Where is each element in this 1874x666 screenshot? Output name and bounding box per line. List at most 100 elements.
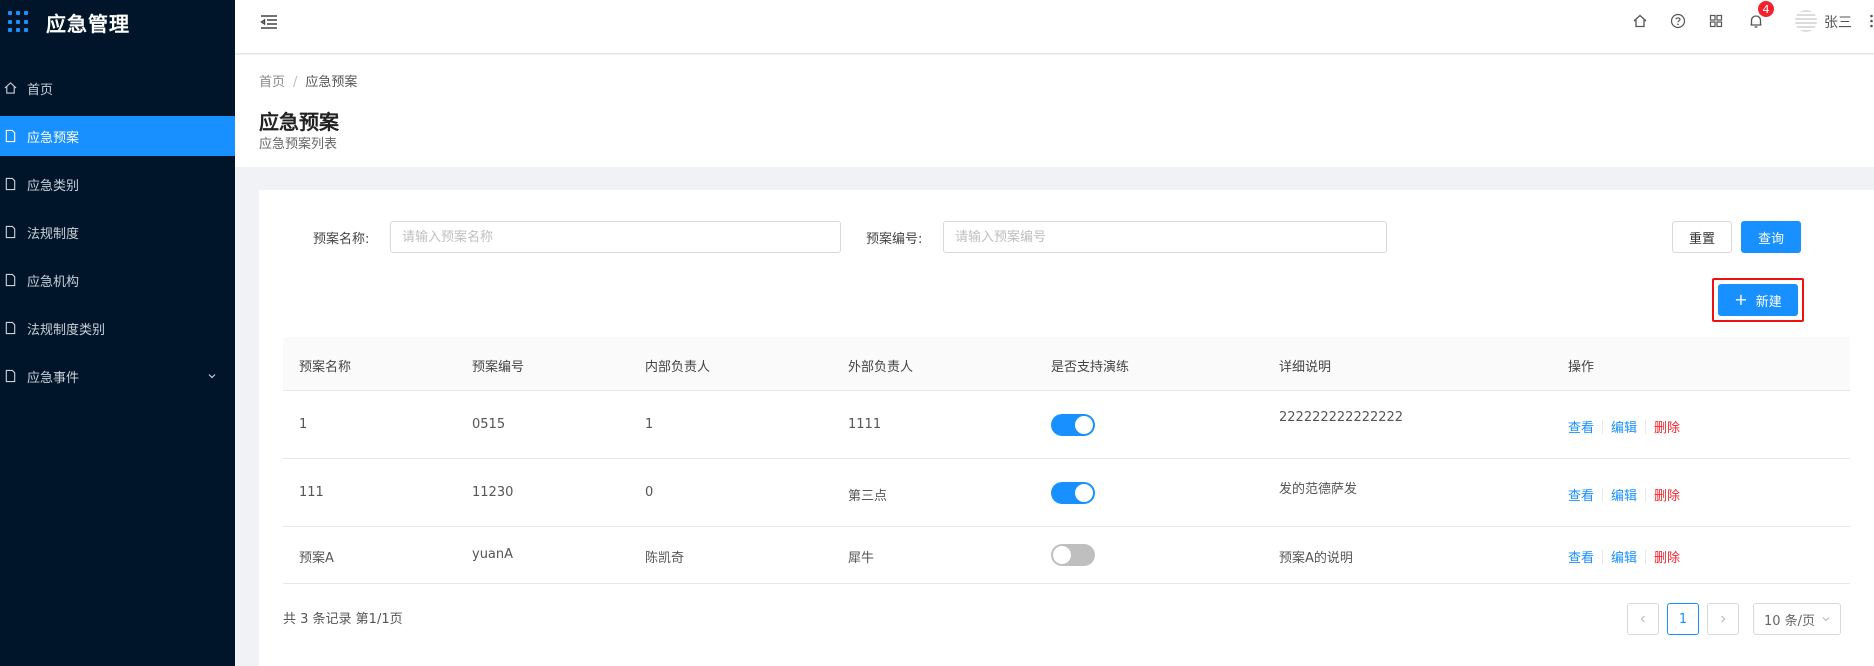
cell-internal-owner: 1 xyxy=(645,417,654,432)
column-header: 详细说明 xyxy=(1279,360,1332,375)
table-row: 1 0515 1 1111 222222222222222 查看 编辑 删除 xyxy=(283,391,1850,459)
sidebar-item-label: 法规制度类别 xyxy=(27,322,106,338)
column-header: 内部负责人 xyxy=(645,360,711,375)
cell-external-owner: 第三点 xyxy=(848,489,888,504)
breadcrumb: 首页 / 应急预案 xyxy=(259,71,357,90)
query-button[interactable]: 查询 xyxy=(1741,221,1801,253)
total-records: 共 3 条记录 第1/1页 xyxy=(283,612,403,627)
breadcrumb-home[interactable]: 首页 xyxy=(259,75,285,90)
plan-code-input[interactable] xyxy=(943,221,1387,253)
sidebar-item-label: 应急类别 xyxy=(27,178,80,194)
question-icon[interactable] xyxy=(1670,13,1686,29)
app-title: 应急管理 xyxy=(46,11,130,36)
table-header: 预案名称 预案编号 内部负责人 外部负责人 是否支持演练 详细说明 操作 xyxy=(283,337,1850,391)
new-button-label: 新建 xyxy=(1755,294,1782,310)
chevron-left-icon xyxy=(1640,615,1645,623)
row-actions: 查看 编辑 删除 xyxy=(1568,417,1680,436)
logo[interactable]: 应急管理 xyxy=(0,0,235,44)
cell-plan-code: yuanA xyxy=(472,547,514,562)
drill-toggle[interactable] xyxy=(1051,544,1095,566)
edit-link[interactable]: 编辑 xyxy=(1611,417,1637,436)
avatar[interactable] xyxy=(1795,10,1817,32)
next-page-button[interactable] xyxy=(1707,603,1739,635)
row-actions: 查看 编辑 删除 xyxy=(1568,485,1680,504)
view-link[interactable]: 查看 xyxy=(1568,547,1594,566)
chevron-down-icon xyxy=(1822,617,1830,622)
apps-grid-icon xyxy=(8,11,30,33)
sidebar-item-label: 应急事件 xyxy=(27,370,80,386)
file-icon xyxy=(4,369,17,383)
sidebar-item-emergency-agency[interactable]: 应急机构 xyxy=(0,260,235,300)
sidebar-item-emergency-event[interactable]: 应急事件 xyxy=(0,356,235,396)
drill-toggle[interactable] xyxy=(1051,482,1095,504)
page-number-button[interactable]: 1 xyxy=(1667,603,1699,635)
drill-toggle[interactable] xyxy=(1051,414,1095,436)
cell-internal-owner: 0 xyxy=(645,485,654,500)
table-row: 111 11230 0 第三点 发的范德萨发 查看 编辑 删除 xyxy=(283,459,1850,527)
plan-name-input[interactable] xyxy=(390,221,841,253)
plan-name-label: 预案名称: xyxy=(313,232,370,247)
prev-page-button[interactable] xyxy=(1627,603,1659,635)
edit-link[interactable]: 编辑 xyxy=(1611,485,1637,504)
plan-table: 预案名称 预案编号 内部负责人 外部负责人 是否支持演练 详细说明 操作 1 0… xyxy=(283,337,1850,584)
sidebar-item-label: 应急机构 xyxy=(27,274,80,290)
breadcrumb-current: 应急预案 xyxy=(305,75,358,90)
cell-external-owner: 1111 xyxy=(848,417,882,432)
view-link[interactable]: 查看 xyxy=(1568,485,1594,504)
column-header: 预案名称 xyxy=(299,360,352,375)
sidebar-item-label: 首页 xyxy=(27,82,54,98)
cell-description: 222222222222222 xyxy=(1279,410,1404,425)
more-icon[interactable] xyxy=(1869,13,1874,29)
file-icon xyxy=(4,321,17,335)
page-title: 应急预案 xyxy=(259,110,339,134)
cell-internal-owner: 陈凯奇 xyxy=(645,551,685,566)
sidebar-item-regulation-category[interactable]: 法规制度类别 xyxy=(0,308,235,348)
cell-plan-name: 1 xyxy=(299,417,308,432)
apps-icon[interactable] xyxy=(1708,13,1724,29)
cell-plan-name: 111 xyxy=(299,485,324,500)
breadcrumb-separator: / xyxy=(293,75,298,90)
column-header: 外部负责人 xyxy=(848,360,914,375)
page-subtitle: 应急预案列表 xyxy=(259,137,338,152)
sidebar-item-home[interactable]: 首页 xyxy=(0,68,235,108)
home-icon xyxy=(4,81,17,95)
column-header: 操作 xyxy=(1568,360,1595,375)
reset-button[interactable]: 重置 xyxy=(1672,221,1732,253)
file-icon xyxy=(4,225,17,239)
page-size-select[interactable]: 10 条/页 xyxy=(1753,603,1841,635)
column-header: 预案编号 xyxy=(472,360,525,375)
top-header: 4 张三 xyxy=(235,0,1874,54)
view-link[interactable]: 查看 xyxy=(1568,417,1594,436)
cell-description: 预案A的说明 xyxy=(1279,551,1353,566)
page-size-value: 10 条/页 xyxy=(1764,613,1816,629)
sidebar-menu: 首页 应急预案 应急类别 法规制度 应急机构 法规制度类别 应急事件 xyxy=(0,68,235,396)
table-row: 预案A yuanA 陈凯奇 犀牛 预案A的说明 查看 编辑 删除 xyxy=(283,527,1850,584)
file-icon xyxy=(4,273,17,287)
cell-plan-code: 0515 xyxy=(472,417,506,432)
row-actions: 查看 编辑 删除 xyxy=(1568,547,1680,566)
chevron-down-icon xyxy=(207,370,217,380)
username[interactable]: 张三 xyxy=(1824,12,1852,32)
page-header: 首页 / 应急预案 应急预案 应急预案列表 xyxy=(235,55,1874,167)
file-icon xyxy=(4,129,17,143)
plus-icon: + xyxy=(1734,290,1748,309)
sidebar-item-emergency-category[interactable]: 应急类别 xyxy=(0,164,235,204)
delete-link[interactable]: 删除 xyxy=(1654,417,1680,436)
delete-link[interactable]: 删除 xyxy=(1654,485,1680,504)
content-card: 预案名称: 预案编号: 重置 查询 + 新建 预案名称 预案编号 内部负责人 外部… xyxy=(259,190,1874,666)
sidebar-item-regulations[interactable]: 法规制度 xyxy=(0,212,235,252)
edit-link[interactable]: 编辑 xyxy=(1611,547,1637,566)
sidebar: 应急管理 首页 应急预案 应急类别 法规制度 应急机构 法规制度类别 应急事件 xyxy=(0,0,235,666)
delete-link[interactable]: 删除 xyxy=(1654,547,1680,566)
menu-fold-icon[interactable] xyxy=(259,12,279,32)
chevron-right-icon xyxy=(1721,615,1726,623)
sidebar-item-label: 法规制度 xyxy=(27,226,80,242)
cell-external-owner: 犀牛 xyxy=(848,551,875,566)
sidebar-item-emergency-plan[interactable]: 应急预案 xyxy=(0,116,235,156)
new-button[interactable]: + 新建 xyxy=(1718,284,1798,316)
file-icon xyxy=(4,177,17,191)
home-icon[interactable] xyxy=(1632,13,1648,29)
notification-badge: 4 xyxy=(1757,0,1775,18)
cell-plan-name: 预案A xyxy=(299,551,334,566)
cell-description: 发的范德萨发 xyxy=(1279,482,1358,497)
